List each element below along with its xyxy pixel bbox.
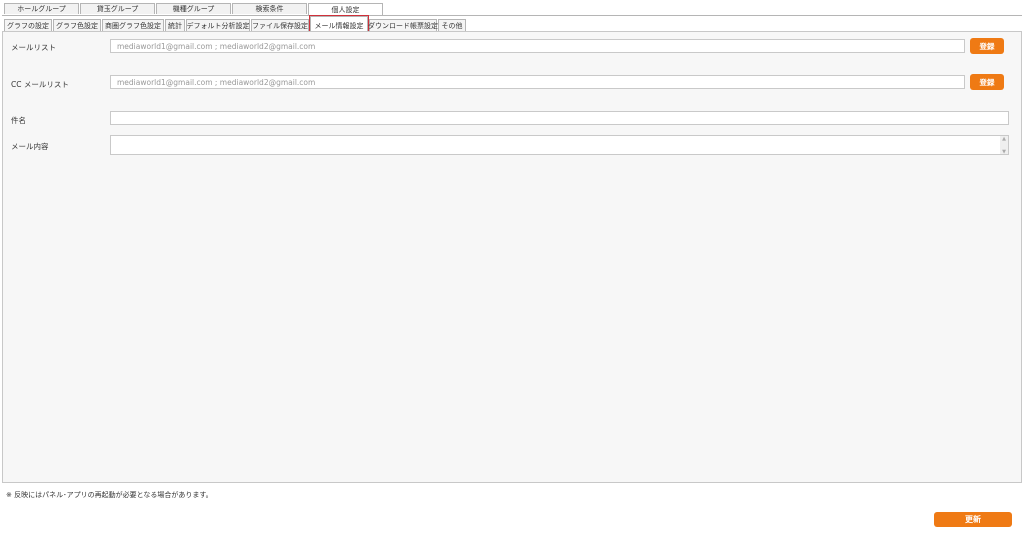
tab-search-conditions[interactable]: 検索条件 [232,3,307,14]
tab-personal-settings[interactable]: 個人設定 [308,3,383,15]
subject-input[interactable] [110,111,1009,125]
subtab-statistics[interactable]: 統計 [165,19,185,31]
top-tab-divider [2,15,1022,16]
subtab-file-save[interactable]: ファイル保存設定 [251,19,309,31]
sub-tab-bar: グラフの設定 グラフ色設定 商圏グラフ色設定 統計 デフォルト分析設定 ファイル… [4,15,467,35]
subtab-graph-settings[interactable]: グラフの設定 [4,19,52,31]
mail-body-scrollbar[interactable]: ▲ ▼ [1000,136,1008,155]
subtab-download-report[interactable]: ダウンロード帳票設定 [368,19,438,31]
tab-hall-group[interactable]: ホールグループ [4,3,79,14]
cc-mail-list-label: CC メールリスト [11,80,69,89]
update-button[interactable]: 更新 [934,512,1012,527]
subtab-graph-color[interactable]: グラフ色設定 [53,19,101,31]
mail-body-textarea[interactable]: ▲ ▼ [110,135,1009,155]
mail-body-label: メール内容 [11,142,49,151]
subtab-other[interactable]: その他 [438,19,466,31]
subtab-trade-area-graph-color[interactable]: 商圏グラフ色設定 [102,19,164,31]
subtab-default-analysis[interactable]: デフォルト分析設定 [186,19,250,31]
top-tab-bar: ホールグループ 貸玉グループ 機種グループ 検索条件 個人設定 [4,3,384,15]
scroll-down-icon[interactable]: ▼ [1001,149,1007,155]
tab-machine-group[interactable]: 機種グループ [156,3,231,14]
cc-mail-list-input[interactable]: mediaworld1@gmail.com ; mediaworld2@gmai… [110,75,965,89]
restart-note: ※ 反映にはパネル･アプリの再起動が必要となる場合があります。 [6,491,213,499]
subject-label: 件名 [11,116,26,125]
tab-lending-group[interactable]: 貸玉グループ [80,3,155,14]
cc-mail-list-register-button[interactable]: 登録 [970,74,1004,90]
scroll-up-icon[interactable]: ▲ [1001,136,1007,142]
mail-list-input[interactable]: mediaworld1@gmail.com ; mediaworld2@gmai… [110,39,965,53]
mail-list-register-button[interactable]: 登録 [970,38,1004,54]
mail-list-label: メールリスト [11,43,56,52]
mail-settings-panel: メールリスト mediaworld1@gmail.com ; mediaworl… [2,31,1022,483]
